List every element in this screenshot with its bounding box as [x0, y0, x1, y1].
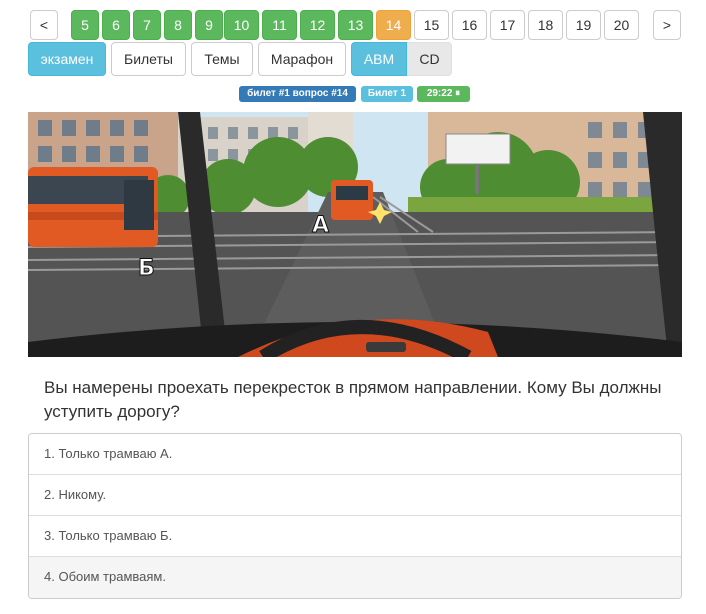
page-button-5[interactable]: 5: [71, 10, 99, 40]
page-button-11[interactable]: 11: [262, 10, 297, 40]
page-button-16[interactable]: 16: [452, 10, 487, 40]
tickets-mode-button[interactable]: Билеты: [111, 42, 186, 76]
ticket-question-badge: билет #1 вопрос #14: [239, 86, 356, 102]
answer-option-1[interactable]: 1. Только трамваю А.: [29, 434, 681, 475]
answer-option-3[interactable]: 3. Только трамваю Б.: [29, 516, 681, 557]
page-button-9[interactable]: 9: [195, 10, 223, 40]
category-cd-button[interactable]: CD: [407, 42, 452, 76]
page-button-19[interactable]: 19: [566, 10, 601, 40]
page-button-18[interactable]: 18: [528, 10, 563, 40]
answer-option-2[interactable]: 2. Никому.: [29, 475, 681, 516]
question-text: Вы намерены проехать перекресток в прямо…: [44, 378, 662, 421]
tram-b-label: Б: [138, 256, 155, 281]
answers-list: 1. Только трамваю А. 2. Никому. 3. Тольк…: [28, 433, 682, 599]
timer-badge[interactable]: 29:22 ⏸: [417, 86, 470, 102]
page-button-13[interactable]: 13: [338, 10, 373, 40]
marathon-mode-button[interactable]: Марафон: [258, 42, 346, 76]
page-button-10[interactable]: 10: [224, 10, 259, 40]
page-button-14-current[interactable]: 14: [376, 10, 411, 40]
page-button-15[interactable]: 15: [414, 10, 449, 40]
page-button-12[interactable]: 12: [300, 10, 335, 40]
page-button-7[interactable]: 7: [133, 10, 161, 40]
tram-a-label: А: [312, 213, 329, 238]
prev-page-button[interactable]: <: [30, 10, 58, 40]
question-image: А Б: [28, 112, 682, 357]
category-toggle: ABM CD: [351, 42, 452, 76]
answer-option-4[interactable]: 4. Обоим трамваям.: [29, 557, 681, 598]
ticket-badge: Билет 1: [361, 86, 413, 102]
category-abm-button[interactable]: ABM: [351, 42, 407, 76]
page-button-20[interactable]: 20: [604, 10, 639, 40]
page-button-8[interactable]: 8: [164, 10, 192, 40]
exam-mode-button[interactable]: экзамен: [28, 42, 106, 76]
page-button-6[interactable]: 6: [102, 10, 130, 40]
topics-mode-button[interactable]: Темы: [191, 42, 253, 76]
page-button-17[interactable]: 17: [490, 10, 525, 40]
next-page-button[interactable]: >: [653, 10, 681, 40]
